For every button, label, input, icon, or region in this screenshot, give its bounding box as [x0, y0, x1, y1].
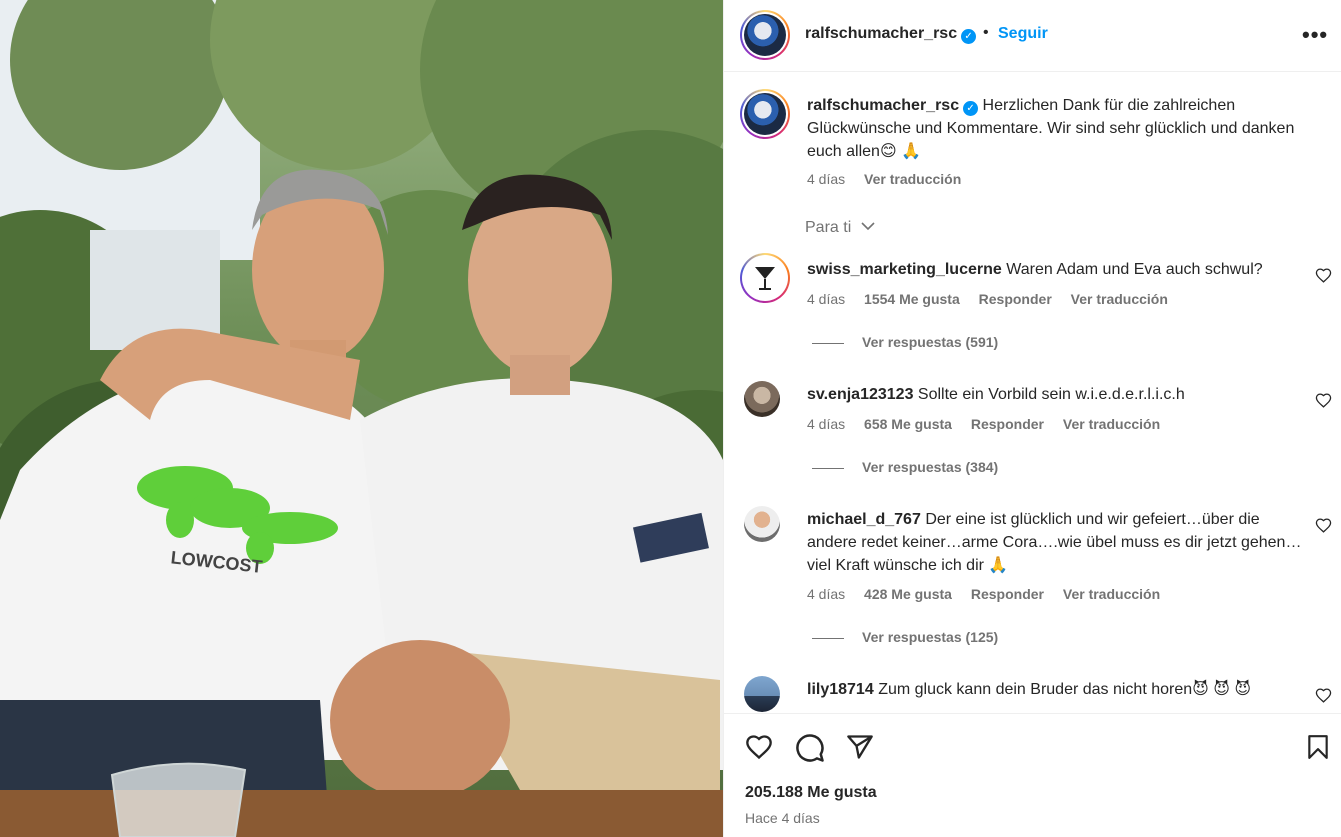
caption-meta: 4 días Ver traducción [807, 171, 976, 187]
reply-button[interactable]: Responder [979, 291, 1052, 307]
caption-avatar[interactable] [740, 89, 790, 139]
reply-button[interactable]: Responder [971, 586, 1044, 602]
translate-link[interactable]: Ver traducción [1063, 586, 1160, 602]
comment-like-count[interactable]: 658 Me gusta [864, 416, 952, 432]
replies-line [812, 637, 844, 639]
comment-username[interactable]: lily18714 [807, 681, 874, 698]
comment-heart-icon[interactable] [1315, 267, 1332, 284]
post-actions: 205.188 Me gusta Hace 4 días [724, 713, 1341, 837]
view-replies-button[interactable]: Ver respuestas (591) [812, 334, 998, 350]
follow-button[interactable]: Seguir [998, 25, 1048, 43]
more-options-icon[interactable]: ••• [1302, 22, 1328, 48]
comment-text: lily18714 Zum gluck kann dein Bruder das… [807, 678, 1307, 701]
view-replies-button[interactable]: Ver respuestas (384) [812, 459, 998, 475]
replies-label: Ver respuestas (384) [862, 459, 999, 475]
comment-avatar[interactable] [744, 506, 780, 542]
comment-avatar[interactable] [744, 381, 780, 417]
author-username[interactable]: ralfschumacher_rsc ✓ [805, 25, 977, 44]
verified-icon: ✓ [961, 29, 977, 44]
comment-age: 4 días [807, 586, 846, 602]
replies-label: Ver respuestas (591) [862, 334, 999, 350]
sort-dropdown[interactable]: Para ti [805, 219, 876, 237]
comment-age: 4 días [807, 416, 846, 432]
comment-username[interactable]: swiss_marketing_lucerne [807, 261, 1002, 278]
comment-heart-icon[interactable] [1315, 392, 1332, 409]
translate-link[interactable]: Ver traducción [1071, 291, 1168, 307]
comment-heart-icon[interactable] [1315, 517, 1332, 534]
cocktail-icon [755, 267, 775, 290]
chevron-down-icon [861, 222, 875, 231]
separator-dot: • [983, 24, 989, 41]
view-replies-button[interactable]: Ver respuestas (125) [812, 629, 998, 645]
comment-heart-icon[interactable] [1315, 687, 1332, 704]
comment-body: Zum gluck kann dein Bruder das nicht hor… [878, 681, 1252, 698]
comment-username[interactable]: michael_d_767 [807, 511, 921, 528]
comment-avatar[interactable] [744, 676, 780, 712]
caption-text: ralfschumacher_rsc ✓ Herzlichen Dank für … [807, 94, 1307, 163]
translate-link[interactable]: Ver traducción [1063, 416, 1160, 432]
caption-translate-link[interactable]: Ver traducción [864, 171, 961, 187]
post-photo[interactable]: LOWCOST [0, 0, 723, 837]
comment-meta: 4 días 1554 Me gusta Responder Ver tradu… [807, 291, 1183, 307]
replies-line [812, 342, 844, 344]
username-text: ralfschumacher_rsc [805, 25, 958, 42]
comment-body: Sollte ein Vorbild sein w.i.e.d.e.r.l.i.… [917, 386, 1185, 403]
comment-meta: 4 días 658 Me gusta Responder Ver traduc… [807, 416, 1175, 432]
replies-line [812, 467, 844, 469]
like-count[interactable]: 205.188 Me gusta [745, 784, 877, 802]
comment-text: michael_d_767 Der eine ist glücklich und… [807, 508, 1307, 577]
post-panel: ralfschumacher_rsc ✓ • Seguir ••• ralfsch… [723, 0, 1341, 837]
post-header: ralfschumacher_rsc ✓ • Seguir ••• [724, 0, 1341, 72]
comments-list[interactable]: ralfschumacher_rsc ✓ Herzlichen Dank für … [724, 73, 1341, 713]
comment-meta: 4 días 428 Me gusta Responder Ver traduc… [807, 586, 1175, 602]
comment-text: sv.enja123123 Sollte ein Vorbild sein w.… [807, 383, 1307, 406]
comment-username[interactable]: sv.enja123123 [807, 386, 913, 403]
comment-like-count[interactable]: 428 Me gusta [864, 586, 952, 602]
bookmark-icon[interactable] [1305, 733, 1331, 761]
comment-text: swiss_marketing_lucerne Waren Adam und E… [807, 258, 1307, 281]
comment-icon[interactable] [795, 733, 825, 763]
replies-label: Ver respuestas (125) [862, 629, 999, 645]
send-icon[interactable] [845, 733, 875, 761]
caption-username[interactable]: ralfschumacher_rsc [807, 97, 959, 114]
reply-button[interactable]: Responder [971, 416, 1044, 432]
comment-body: Waren Adam und Eva auch schwul? [1006, 261, 1263, 278]
post-timestamp[interactable]: Hace 4 días [745, 810, 820, 826]
post-image: LOWCOST [0, 0, 723, 837]
comment-age: 4 días [807, 291, 846, 307]
caption-age: 4 días [807, 171, 846, 187]
author-avatar[interactable] [740, 10, 790, 60]
comment-avatar[interactable] [740, 253, 790, 303]
caption: ralfschumacher_rsc ✓ Herzlichen Dank für … [724, 87, 1341, 197]
verified-icon: ✓ [963, 101, 979, 116]
comment-like-count[interactable]: 1554 Me gusta [864, 291, 960, 307]
sort-label: Para ti [805, 219, 852, 236]
heart-icon[interactable] [744, 733, 774, 761]
